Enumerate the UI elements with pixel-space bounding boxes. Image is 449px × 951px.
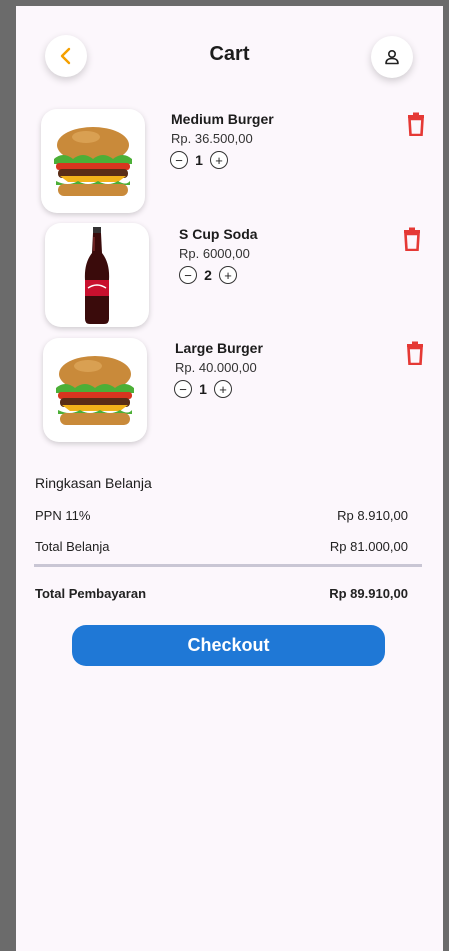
item-price: Rp. 6000,00 <box>179 246 250 261</box>
increase-button[interactable]: + <box>214 380 232 398</box>
total-label: Total Pembayaran <box>35 586 147 601</box>
trash-icon[interactable] <box>405 112 427 136</box>
tax-value: Rp 8.910,00 <box>337 508 408 523</box>
item-image-soda <box>45 223 149 327</box>
total-row: Total Pembayaran Rp 89.910,00 <box>35 586 408 601</box>
item-name: S Cup Soda <box>179 226 258 242</box>
burger-image <box>56 356 134 425</box>
increase-button[interactable]: + <box>219 266 237 284</box>
increase-button[interactable]: + <box>210 151 228 169</box>
quantity-stepper: − 1 + <box>170 151 228 169</box>
subtotal-row: Total Belanja Rp 81.000,00 <box>35 539 408 554</box>
quantity-value: 1 <box>195 152 203 168</box>
item-image-burger <box>43 338 147 442</box>
quantity-value: 2 <box>204 267 212 283</box>
decrease-button[interactable]: − <box>179 266 197 284</box>
checkout-button[interactable]: Checkout <box>72 625 385 666</box>
tax-row: PPN 11% Rp 8.910,00 <box>35 508 408 523</box>
trash-icon[interactable] <box>404 341 426 365</box>
quantity-stepper: − 1 + <box>174 380 232 398</box>
item-name: Large Burger <box>175 340 263 356</box>
item-price: Rp. 40.000,00 <box>175 360 257 375</box>
cart-screen: Cart Medium Burger Rp. 36.500,00 − 1 + S… <box>16 6 443 951</box>
total-value: Rp 89.910,00 <box>329 586 408 601</box>
person-icon <box>385 49 399 65</box>
item-price: Rp. 36.500,00 <box>171 131 253 146</box>
tax-label: PPN 11% <box>35 508 91 523</box>
burger-image <box>54 127 132 196</box>
subtotal-value: Rp 81.000,00 <box>329 539 408 554</box>
profile-button[interactable] <box>371 36 413 78</box>
soda-bottle-image <box>84 227 110 324</box>
quantity-value: 1 <box>199 381 207 397</box>
summary-title: Ringkasan Belanja <box>35 475 152 491</box>
subtotal-label: Total Belanja <box>35 539 110 554</box>
summary-divider <box>34 564 422 567</box>
decrease-button[interactable]: − <box>170 151 188 169</box>
trash-icon[interactable] <box>401 227 423 251</box>
item-name: Medium Burger <box>171 111 274 127</box>
decrease-button[interactable]: − <box>174 380 192 398</box>
item-image-burger <box>41 109 145 213</box>
quantity-stepper: − 2 + <box>179 266 237 284</box>
